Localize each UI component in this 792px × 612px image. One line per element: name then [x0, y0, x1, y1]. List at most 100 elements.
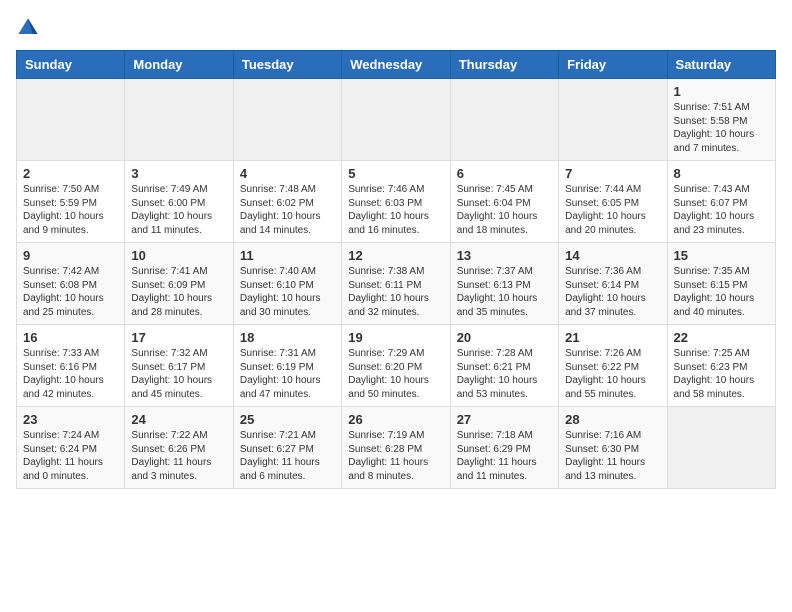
logo-icon: [16, 16, 40, 40]
day-number: 25: [240, 412, 335, 427]
calendar-cell: 17 Sunrise: 7:32 AM Sunset: 6:17 PM Dayli…: [125, 325, 233, 407]
calendar-cell: [559, 79, 667, 161]
day-info: Sunrise: 7:51 AM Sunset: 5:58 PM Dayligh…: [674, 101, 769, 155]
calendar-cell: 6 Sunrise: 7:45 AM Sunset: 6:04 PM Daylig…: [450, 161, 558, 243]
day-info: Sunrise: 7:37 AM Sunset: 6:13 PM Dayligh…: [457, 265, 552, 319]
calendar-cell: 13 Sunrise: 7:37 AM Sunset: 6:13 PM Dayli…: [450, 243, 558, 325]
day-number: 15: [674, 248, 769, 263]
calendar-cell: [450, 79, 558, 161]
header-tuesday: Tuesday: [233, 51, 341, 79]
day-info: Sunrise: 7:31 AM Sunset: 6:19 PM Dayligh…: [240, 347, 335, 401]
calendar-cell: 18 Sunrise: 7:31 AM Sunset: 6:19 PM Dayli…: [233, 325, 341, 407]
calendar-cell: 14 Sunrise: 7:36 AM Sunset: 6:14 PM Dayli…: [559, 243, 667, 325]
day-info: Sunrise: 7:45 AM Sunset: 6:04 PM Dayligh…: [457, 183, 552, 237]
day-info: Sunrise: 7:28 AM Sunset: 6:21 PM Dayligh…: [457, 347, 552, 401]
day-info: Sunrise: 7:25 AM Sunset: 6:23 PM Dayligh…: [674, 347, 769, 401]
calendar-week-row: 23 Sunrise: 7:24 AM Sunset: 6:24 PM Dayli…: [17, 407, 776, 489]
day-info: Sunrise: 7:22 AM Sunset: 6:26 PM Dayligh…: [131, 429, 226, 483]
day-number: 21: [565, 330, 660, 345]
calendar-cell: 12Sunrise: 7:38 AM Sunset: 6:11 PM Dayli…: [342, 243, 450, 325]
day-number: 28: [565, 412, 660, 427]
calendar-cell: 24 Sunrise: 7:22 AM Sunset: 6:26 PM Dayli…: [125, 407, 233, 489]
calendar-cell: 23 Sunrise: 7:24 AM Sunset: 6:24 PM Dayli…: [17, 407, 125, 489]
header-monday: Monday: [125, 51, 233, 79]
logo: [16, 16, 44, 40]
day-info: Sunrise: 7:43 AM Sunset: 6:07 PM Dayligh…: [674, 183, 769, 237]
calendar-cell: 16Sunrise: 7:33 AM Sunset: 6:16 PM Dayli…: [17, 325, 125, 407]
calendar-cell: 5 Sunrise: 7:46 AM Sunset: 6:03 PM Daylig…: [342, 161, 450, 243]
day-number: 19: [348, 330, 443, 345]
day-info: Sunrise: 7:41 AM Sunset: 6:09 PM Dayligh…: [131, 265, 226, 319]
calendar-cell: 20 Sunrise: 7:28 AM Sunset: 6:21 PM Dayli…: [450, 325, 558, 407]
calendar-cell: 27 Sunrise: 7:18 AM Sunset: 6:29 PM Dayli…: [450, 407, 558, 489]
calendar-cell: 1 Sunrise: 7:51 AM Sunset: 5:58 PM Daylig…: [667, 79, 775, 161]
day-info: Sunrise: 7:40 AM Sunset: 6:10 PM Dayligh…: [240, 265, 335, 319]
day-number: 5: [348, 166, 443, 181]
day-info: Sunrise: 7:36 AM Sunset: 6:14 PM Dayligh…: [565, 265, 660, 319]
calendar-cell: 2 Sunrise: 7:50 AM Sunset: 5:59 PM Daylig…: [17, 161, 125, 243]
day-number: 27: [457, 412, 552, 427]
day-number: 17: [131, 330, 226, 345]
day-info: Sunrise: 7:48 AM Sunset: 6:02 PM Dayligh…: [240, 183, 335, 237]
header-sunday: Sunday: [17, 51, 125, 79]
page-header: [16, 16, 776, 40]
calendar-week-row: 1 Sunrise: 7:51 AM Sunset: 5:58 PM Daylig…: [17, 79, 776, 161]
day-info: Sunrise: 7:33 AM Sunset: 6:16 PM Dayligh…: [23, 347, 118, 401]
calendar-cell: 21 Sunrise: 7:26 AM Sunset: 6:22 PM Dayli…: [559, 325, 667, 407]
day-number: 8: [674, 166, 769, 181]
day-info: Sunrise: 7:21 AM Sunset: 6:27 PM Dayligh…: [240, 429, 335, 483]
day-info: Sunrise: 7:46 AM Sunset: 6:03 PM Dayligh…: [348, 183, 443, 237]
day-number: 23: [23, 412, 118, 427]
day-info: Sunrise: 7:19 AM Sunset: 6:28 PM Dayligh…: [348, 429, 443, 483]
day-number: 26: [348, 412, 443, 427]
calendar-cell: 4 Sunrise: 7:48 AM Sunset: 6:02 PM Daylig…: [233, 161, 341, 243]
day-number: 6: [457, 166, 552, 181]
day-number: 12: [348, 248, 443, 263]
calendar-cell: [125, 79, 233, 161]
calendar-week-row: 2 Sunrise: 7:50 AM Sunset: 5:59 PM Daylig…: [17, 161, 776, 243]
calendar-table: SundayMondayTuesdayWednesdayThursdayFrid…: [16, 50, 776, 489]
day-number: 24: [131, 412, 226, 427]
day-number: 2: [23, 166, 118, 181]
calendar-header-row: SundayMondayTuesdayWednesdayThursdayFrid…: [17, 51, 776, 79]
calendar-cell: 25 Sunrise: 7:21 AM Sunset: 6:27 PM Dayli…: [233, 407, 341, 489]
day-number: 4: [240, 166, 335, 181]
calendar-cell: 26 Sunrise: 7:19 AM Sunset: 6:28 PM Dayli…: [342, 407, 450, 489]
day-info: Sunrise: 7:50 AM Sunset: 5:59 PM Dayligh…: [23, 183, 118, 237]
calendar-cell: 19 Sunrise: 7:29 AM Sunset: 6:20 PM Dayli…: [342, 325, 450, 407]
calendar-cell: [667, 407, 775, 489]
day-number: 22: [674, 330, 769, 345]
header-friday: Friday: [559, 51, 667, 79]
day-info: Sunrise: 7:29 AM Sunset: 6:20 PM Dayligh…: [348, 347, 443, 401]
day-info: Sunrise: 7:49 AM Sunset: 6:00 PM Dayligh…: [131, 183, 226, 237]
day-number: 13: [457, 248, 552, 263]
day-number: 9: [23, 248, 118, 263]
header-saturday: Saturday: [667, 51, 775, 79]
calendar-week-row: 16Sunrise: 7:33 AM Sunset: 6:16 PM Dayli…: [17, 325, 776, 407]
day-number: 18: [240, 330, 335, 345]
day-info: Sunrise: 7:44 AM Sunset: 6:05 PM Dayligh…: [565, 183, 660, 237]
calendar-cell: 28 Sunrise: 7:16 AM Sunset: 6:30 PM Dayli…: [559, 407, 667, 489]
day-number: 10: [131, 248, 226, 263]
day-info: Sunrise: 7:35 AM Sunset: 6:15 PM Dayligh…: [674, 265, 769, 319]
calendar-week-row: 9 Sunrise: 7:42 AM Sunset: 6:08 PM Daylig…: [17, 243, 776, 325]
calendar-cell: 8 Sunrise: 7:43 AM Sunset: 6:07 PM Daylig…: [667, 161, 775, 243]
day-number: 1: [674, 84, 769, 99]
day-info: Sunrise: 7:16 AM Sunset: 6:30 PM Dayligh…: [565, 429, 660, 483]
day-info: Sunrise: 7:18 AM Sunset: 6:29 PM Dayligh…: [457, 429, 552, 483]
day-number: 20: [457, 330, 552, 345]
calendar-cell: 9 Sunrise: 7:42 AM Sunset: 6:08 PM Daylig…: [17, 243, 125, 325]
day-info: Sunrise: 7:32 AM Sunset: 6:17 PM Dayligh…: [131, 347, 226, 401]
calendar-cell: 7Sunrise: 7:44 AM Sunset: 6:05 PM Daylig…: [559, 161, 667, 243]
day-number: 11: [240, 248, 335, 263]
day-number: 14: [565, 248, 660, 263]
calendar-cell: 11 Sunrise: 7:40 AM Sunset: 6:10 PM Dayli…: [233, 243, 341, 325]
calendar-cell: 10 Sunrise: 7:41 AM Sunset: 6:09 PM Dayli…: [125, 243, 233, 325]
calendar-cell: [342, 79, 450, 161]
day-info: Sunrise: 7:42 AM Sunset: 6:08 PM Dayligh…: [23, 265, 118, 319]
day-info: Sunrise: 7:24 AM Sunset: 6:24 PM Dayligh…: [23, 429, 118, 483]
day-number: 3: [131, 166, 226, 181]
calendar-cell: 3 Sunrise: 7:49 AM Sunset: 6:00 PM Daylig…: [125, 161, 233, 243]
day-info: Sunrise: 7:26 AM Sunset: 6:22 PM Dayligh…: [565, 347, 660, 401]
calendar-cell: [233, 79, 341, 161]
